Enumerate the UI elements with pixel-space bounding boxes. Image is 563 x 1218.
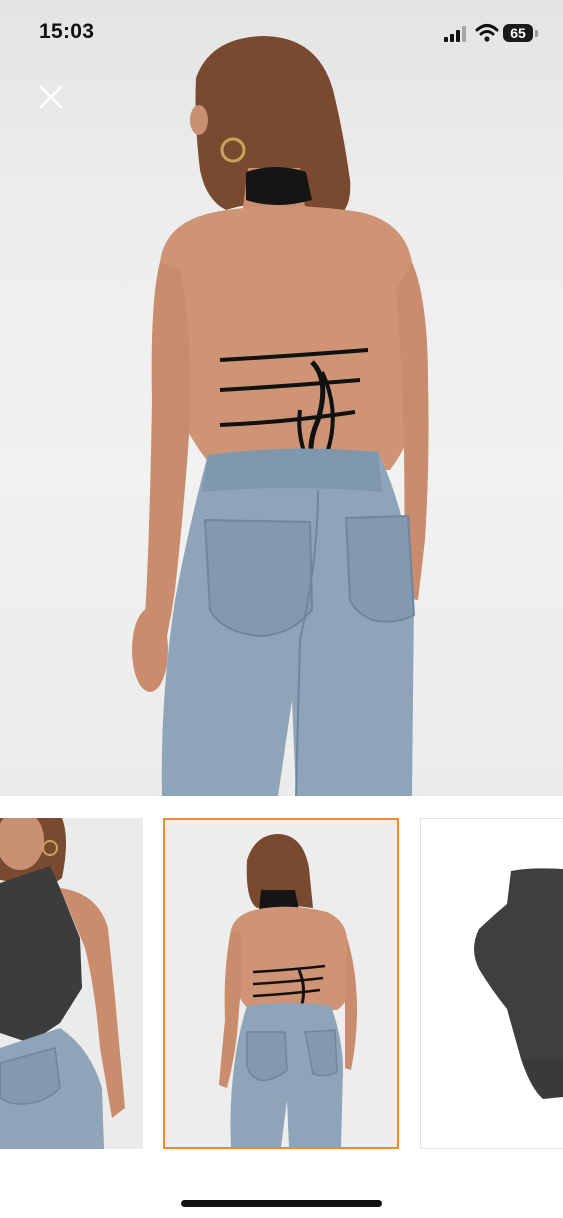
status-bar: 15:03 65 xyxy=(0,0,563,68)
thumbnail-2-selected[interactable] xyxy=(163,818,399,1149)
close-icon xyxy=(39,85,63,109)
main-product-image[interactable]: 15:03 65 xyxy=(0,0,563,796)
thumbnail-2-graphic xyxy=(219,834,357,1147)
thumbnail-3[interactable] xyxy=(420,818,563,1149)
thumbnail-3-graphic xyxy=(474,868,563,1099)
cellular-signal-icon xyxy=(444,26,470,42)
close-button[interactable] xyxy=(36,82,66,112)
battery-tip xyxy=(535,30,538,37)
thumbnail-1[interactable] xyxy=(0,818,143,1149)
wifi-icon xyxy=(475,23,499,43)
battery-icon: 65 xyxy=(503,24,533,42)
status-time: 15:03 xyxy=(39,20,95,43)
home-indicator[interactable] xyxy=(181,1200,382,1207)
thumbnail-strip[interactable] xyxy=(0,796,563,1176)
thumbnail-1-graphic xyxy=(0,818,125,1149)
main-photo-graphic xyxy=(132,36,429,796)
